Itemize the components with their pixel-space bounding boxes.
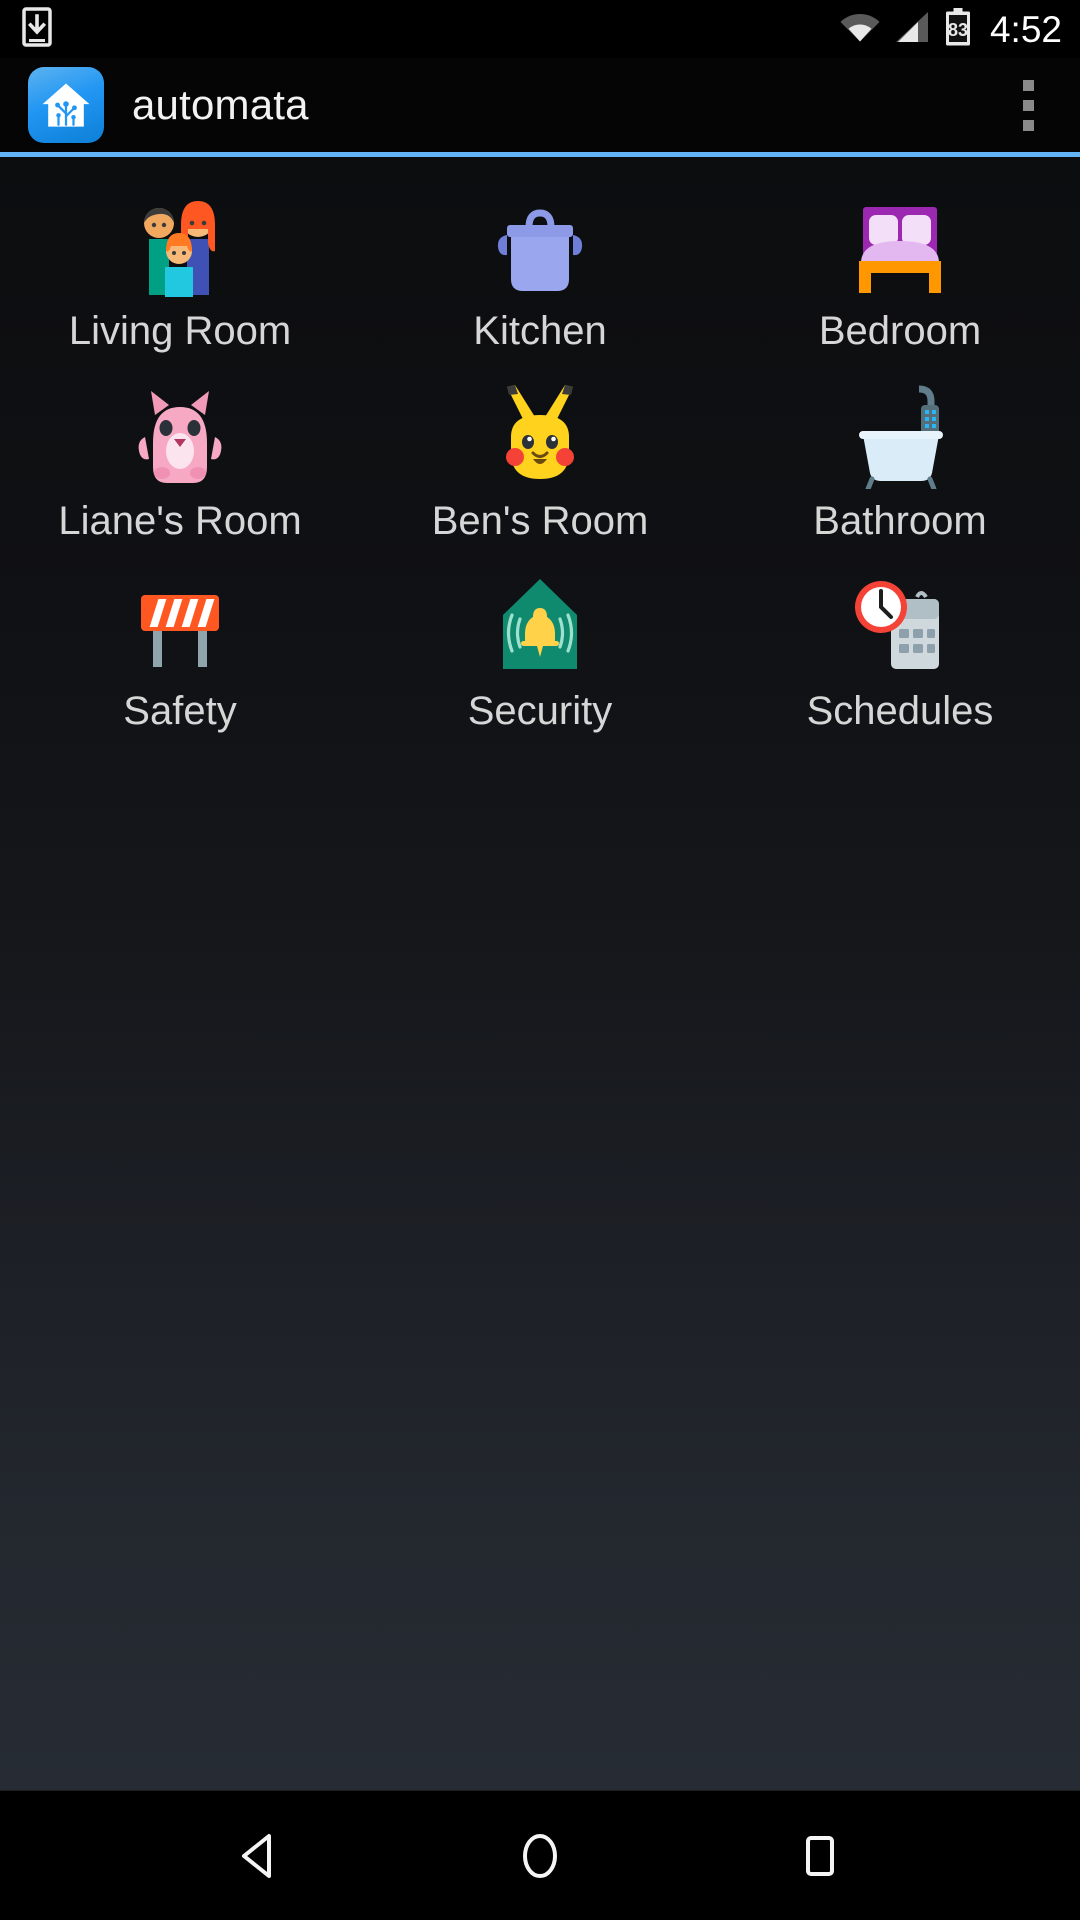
grid-tile-kitchen[interactable]: Kitchen [360,191,720,381]
house-with-bell-emoji [480,575,600,679]
grid-tile-safety[interactable]: Safety [0,571,360,761]
wifi-icon [840,11,880,48]
nav-home-button[interactable] [485,1801,595,1911]
family-emoji [120,195,240,299]
bed-emoji [840,195,960,299]
grid-tile-label: Schedules [806,689,994,733]
pikachu-emoji [480,385,600,489]
grid-tile-lianes-room[interactable]: Liane's Room [0,381,360,571]
cellular-signal-icon [894,11,930,48]
overflow-dot-3 [1022,119,1034,131]
status-bar: 83 4:52 [0,0,1080,58]
grid-tile-label: Safety [123,689,237,733]
grid-tile-living-room[interactable]: Living Room [0,191,360,381]
grid-tile-bedroom[interactable]: Bedroom [720,191,1080,381]
grid-tile-bens-room[interactable]: Ben's Room [360,381,720,571]
grid-tile-label: Kitchen [473,309,607,353]
status-bar-right: 83 4:52 [840,7,1062,51]
grid-tile-label: Ben's Room [431,499,649,543]
grid-tile-label: Bathroom [813,499,987,543]
overflow-dot-1 [1022,79,1034,91]
status-bar-clock: 4:52 [989,8,1062,50]
room-grid: Living Room Kitchen Bedroom Liane's Room… [0,191,1080,761]
app-bar: automata [0,58,1080,152]
grid-tile-security[interactable]: Security [360,571,720,761]
overflow-dot-2 [1022,99,1034,111]
construction-barrier-emoji [120,575,240,679]
grid-tile-label: Security [467,689,613,733]
battery-icon: 83 [944,7,972,51]
grid-tile-label: Bedroom [818,309,982,353]
cooking-pot-emoji [480,195,600,299]
nav-recents-button[interactable] [765,1801,875,1911]
home-assistant-logo [28,67,104,143]
android-navigation-bar [0,1790,1080,1920]
download-to-device-icon [22,6,52,52]
nav-back-button[interactable] [205,1801,315,1911]
phone-screen: 83 4:52 automata Living Room Kitchen Bed… [0,0,1080,1920]
bathtub-emoji [840,385,960,489]
main-content: Living Room Kitchen Bedroom Liane's Room… [0,157,1080,1790]
pink-cat-emoji [120,385,240,489]
grid-tile-bathroom[interactable]: Bathroom [720,381,1080,571]
grid-tile-label: Living Room [68,309,292,353]
overflow-menu-button[interactable] [998,63,1058,147]
app-title: automata [132,81,309,128]
clock-calendar-emoji [840,575,960,679]
status-bar-left [22,6,52,52]
battery-level-text: 83 [948,20,968,40]
grid-tile-schedules[interactable]: Schedules [720,571,1080,761]
grid-tile-label: Liane's Room [58,499,302,543]
app-bar-accent-divider [0,152,1080,157]
